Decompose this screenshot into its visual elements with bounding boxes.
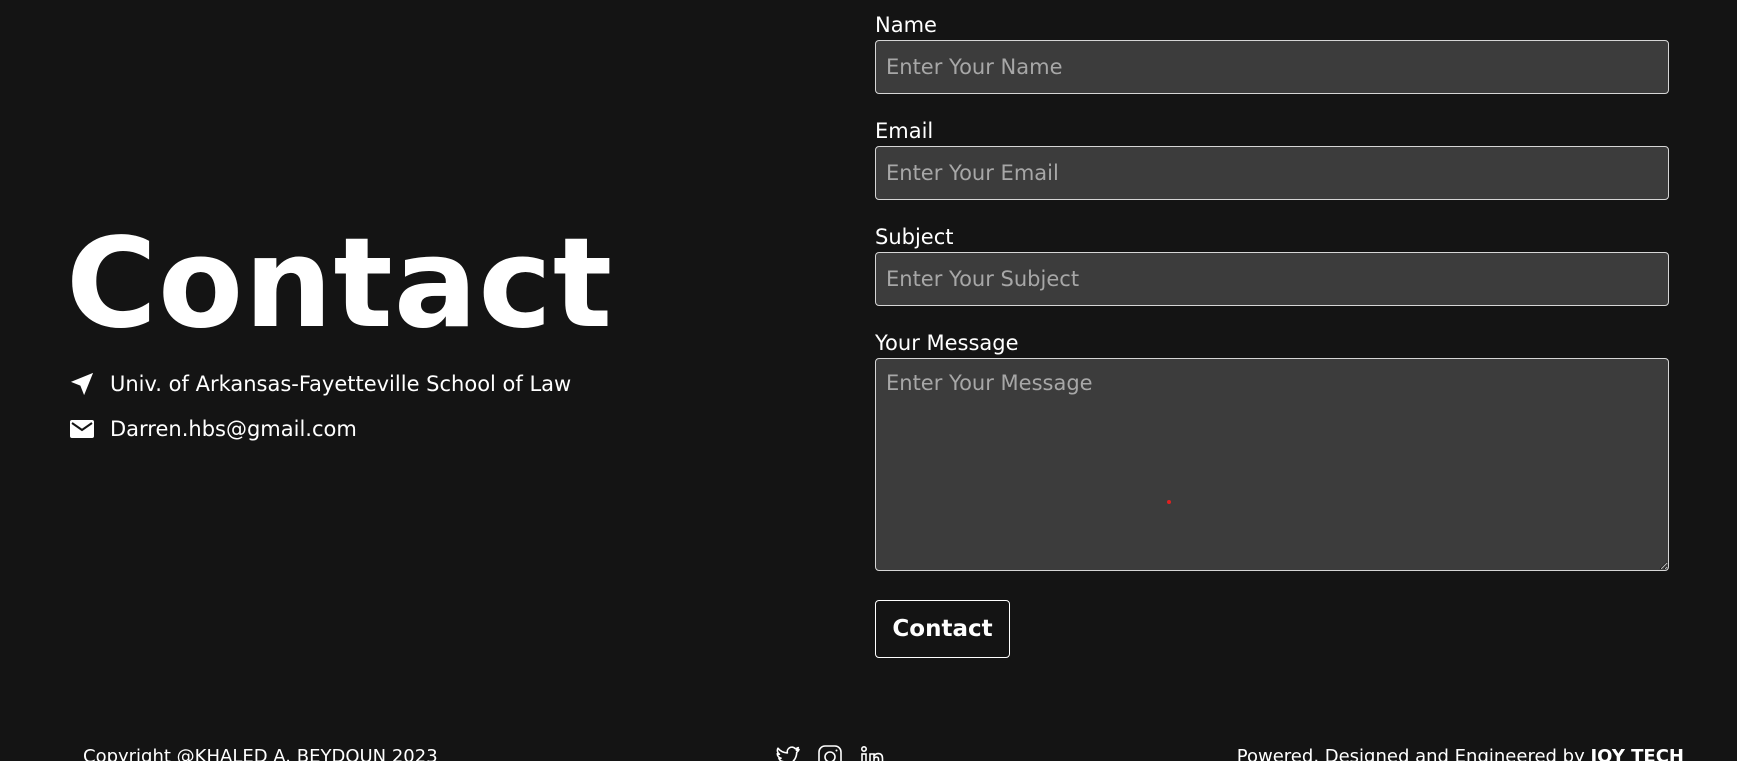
address-row: Univ. of Arkansas-Fayetteville School of… xyxy=(68,369,571,399)
subject-field-group: Subject xyxy=(875,222,1669,306)
message-label: Your Message xyxy=(875,331,1019,355)
email-text[interactable]: Darren.hbs@gmail.com xyxy=(110,415,357,443)
instagram-icon[interactable] xyxy=(816,743,844,761)
message-field-group: Your Message xyxy=(875,328,1669,571)
message-textarea[interactable] xyxy=(875,358,1669,571)
twitter-icon[interactable] xyxy=(774,743,802,761)
powered-by-brand[interactable]: JOY TECH xyxy=(1590,746,1684,761)
email-input[interactable] xyxy=(875,146,1669,200)
page-title: Contact xyxy=(66,212,614,356)
powered-by-text: Powered, Designed and Engineered by xyxy=(1236,746,1585,761)
mail-icon xyxy=(68,415,96,443)
footer-powered-by: Powered, Designed and Engineered by JOY … xyxy=(1237,745,1684,761)
email-row: Darren.hbs@gmail.com xyxy=(68,414,357,444)
mouse-cursor-dot xyxy=(1167,500,1171,504)
footer-copyright: Copyright @KHALED A. BEYDOUN 2023 xyxy=(83,746,438,761)
linkedin-icon[interactable] xyxy=(858,743,886,761)
subject-input[interactable] xyxy=(875,252,1669,306)
contact-form: Name Email Subject Your Message xyxy=(875,10,1669,593)
email-label: Email xyxy=(875,119,934,143)
contact-page: Contact Univ. of Arkansas-Fayetteville S… xyxy=(0,0,1737,761)
contact-submit-button[interactable]: Contact xyxy=(875,600,1010,658)
location-arrow-icon xyxy=(68,370,96,398)
email-field-group: Email xyxy=(875,116,1669,200)
name-field-group: Name xyxy=(875,10,1669,94)
footer-social-links xyxy=(774,743,886,761)
subject-label: Subject xyxy=(875,225,954,249)
address-text: Univ. of Arkansas-Fayetteville School of… xyxy=(110,372,572,396)
name-label: Name xyxy=(875,13,937,37)
name-input[interactable] xyxy=(875,40,1669,94)
